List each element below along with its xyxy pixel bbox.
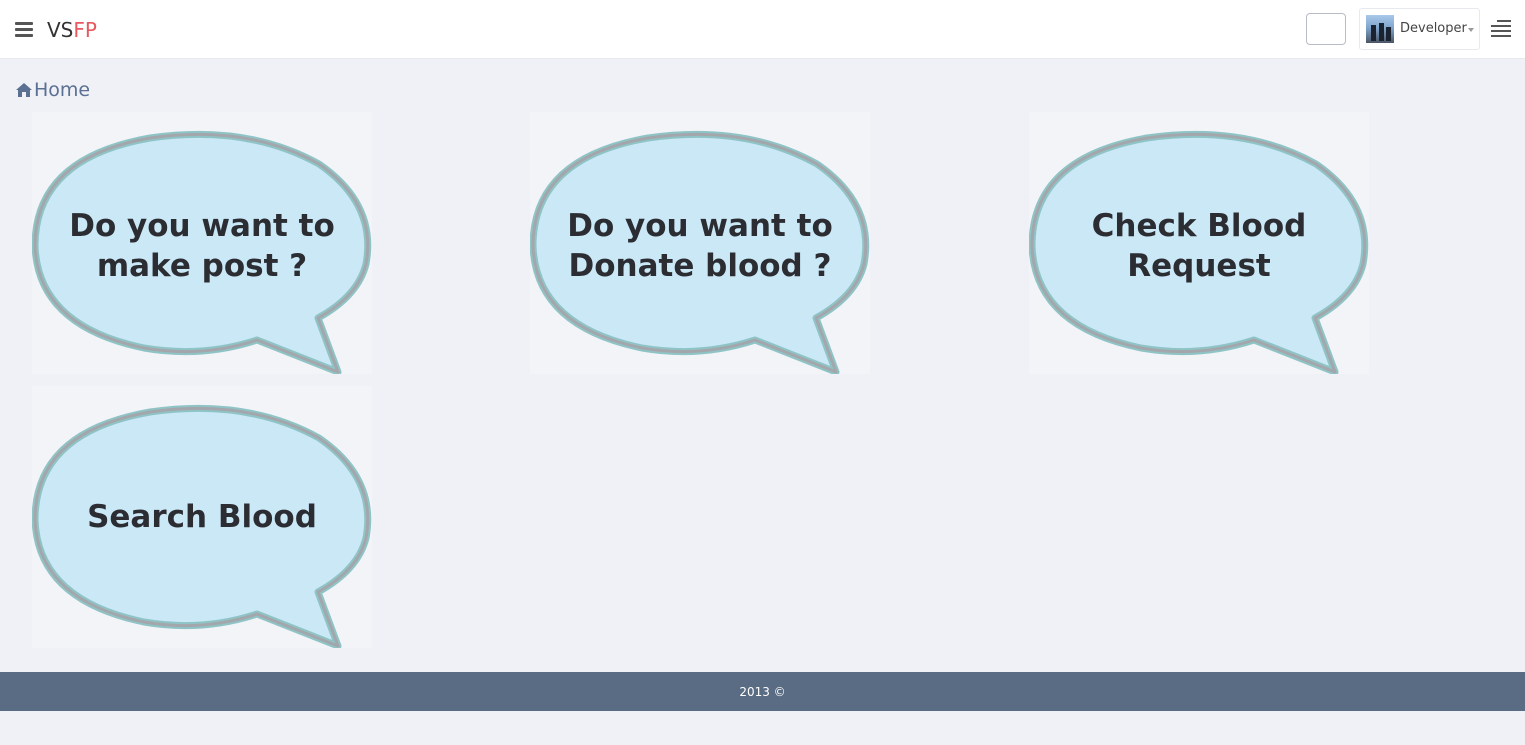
brand-logo[interactable]: VSFP	[47, 18, 97, 42]
tile-line1: Do you want to	[69, 208, 335, 244]
avatar	[1366, 15, 1394, 43]
caret-down-icon	[1468, 28, 1474, 32]
user-name: Developer	[1400, 21, 1467, 36]
footer: 2013 ©	[0, 672, 1525, 711]
footer-text: 2013 ©	[739, 685, 786, 699]
tile-line1: Do you want to	[567, 208, 833, 244]
breadcrumb-home[interactable]: Home	[15, 78, 90, 102]
brand-prefix: VS	[47, 18, 74, 42]
donate-blood-tile[interactable]: Do you want to Donate blood ?	[530, 112, 870, 374]
check-blood-request-tile[interactable]: Check Blood Request	[1029, 112, 1369, 374]
search-blood-tile[interactable]: Search Blood	[32, 386, 372, 648]
tile-line1: Search Blood	[87, 499, 317, 535]
notification-box[interactable]	[1306, 13, 1346, 45]
hamburger-icon[interactable]	[15, 22, 33, 38]
tile-line2: Request	[1127, 248, 1271, 284]
tile-line1: Check Blood	[1091, 208, 1307, 244]
tile-line2: make post ?	[96, 248, 308, 284]
breadcrumb-label: Home	[34, 79, 91, 101]
brand-accent: FP	[73, 18, 97, 42]
user-dropdown[interactable]: Developer	[1359, 8, 1480, 50]
home-icon	[16, 83, 32, 97]
make-post-tile[interactable]: Do you want to make post ?	[32, 112, 372, 374]
align-right-icon[interactable]	[1491, 20, 1511, 38]
tile-line2: Donate blood ?	[568, 248, 832, 284]
top-navbar: VSFP Developer	[0, 0, 1525, 59]
